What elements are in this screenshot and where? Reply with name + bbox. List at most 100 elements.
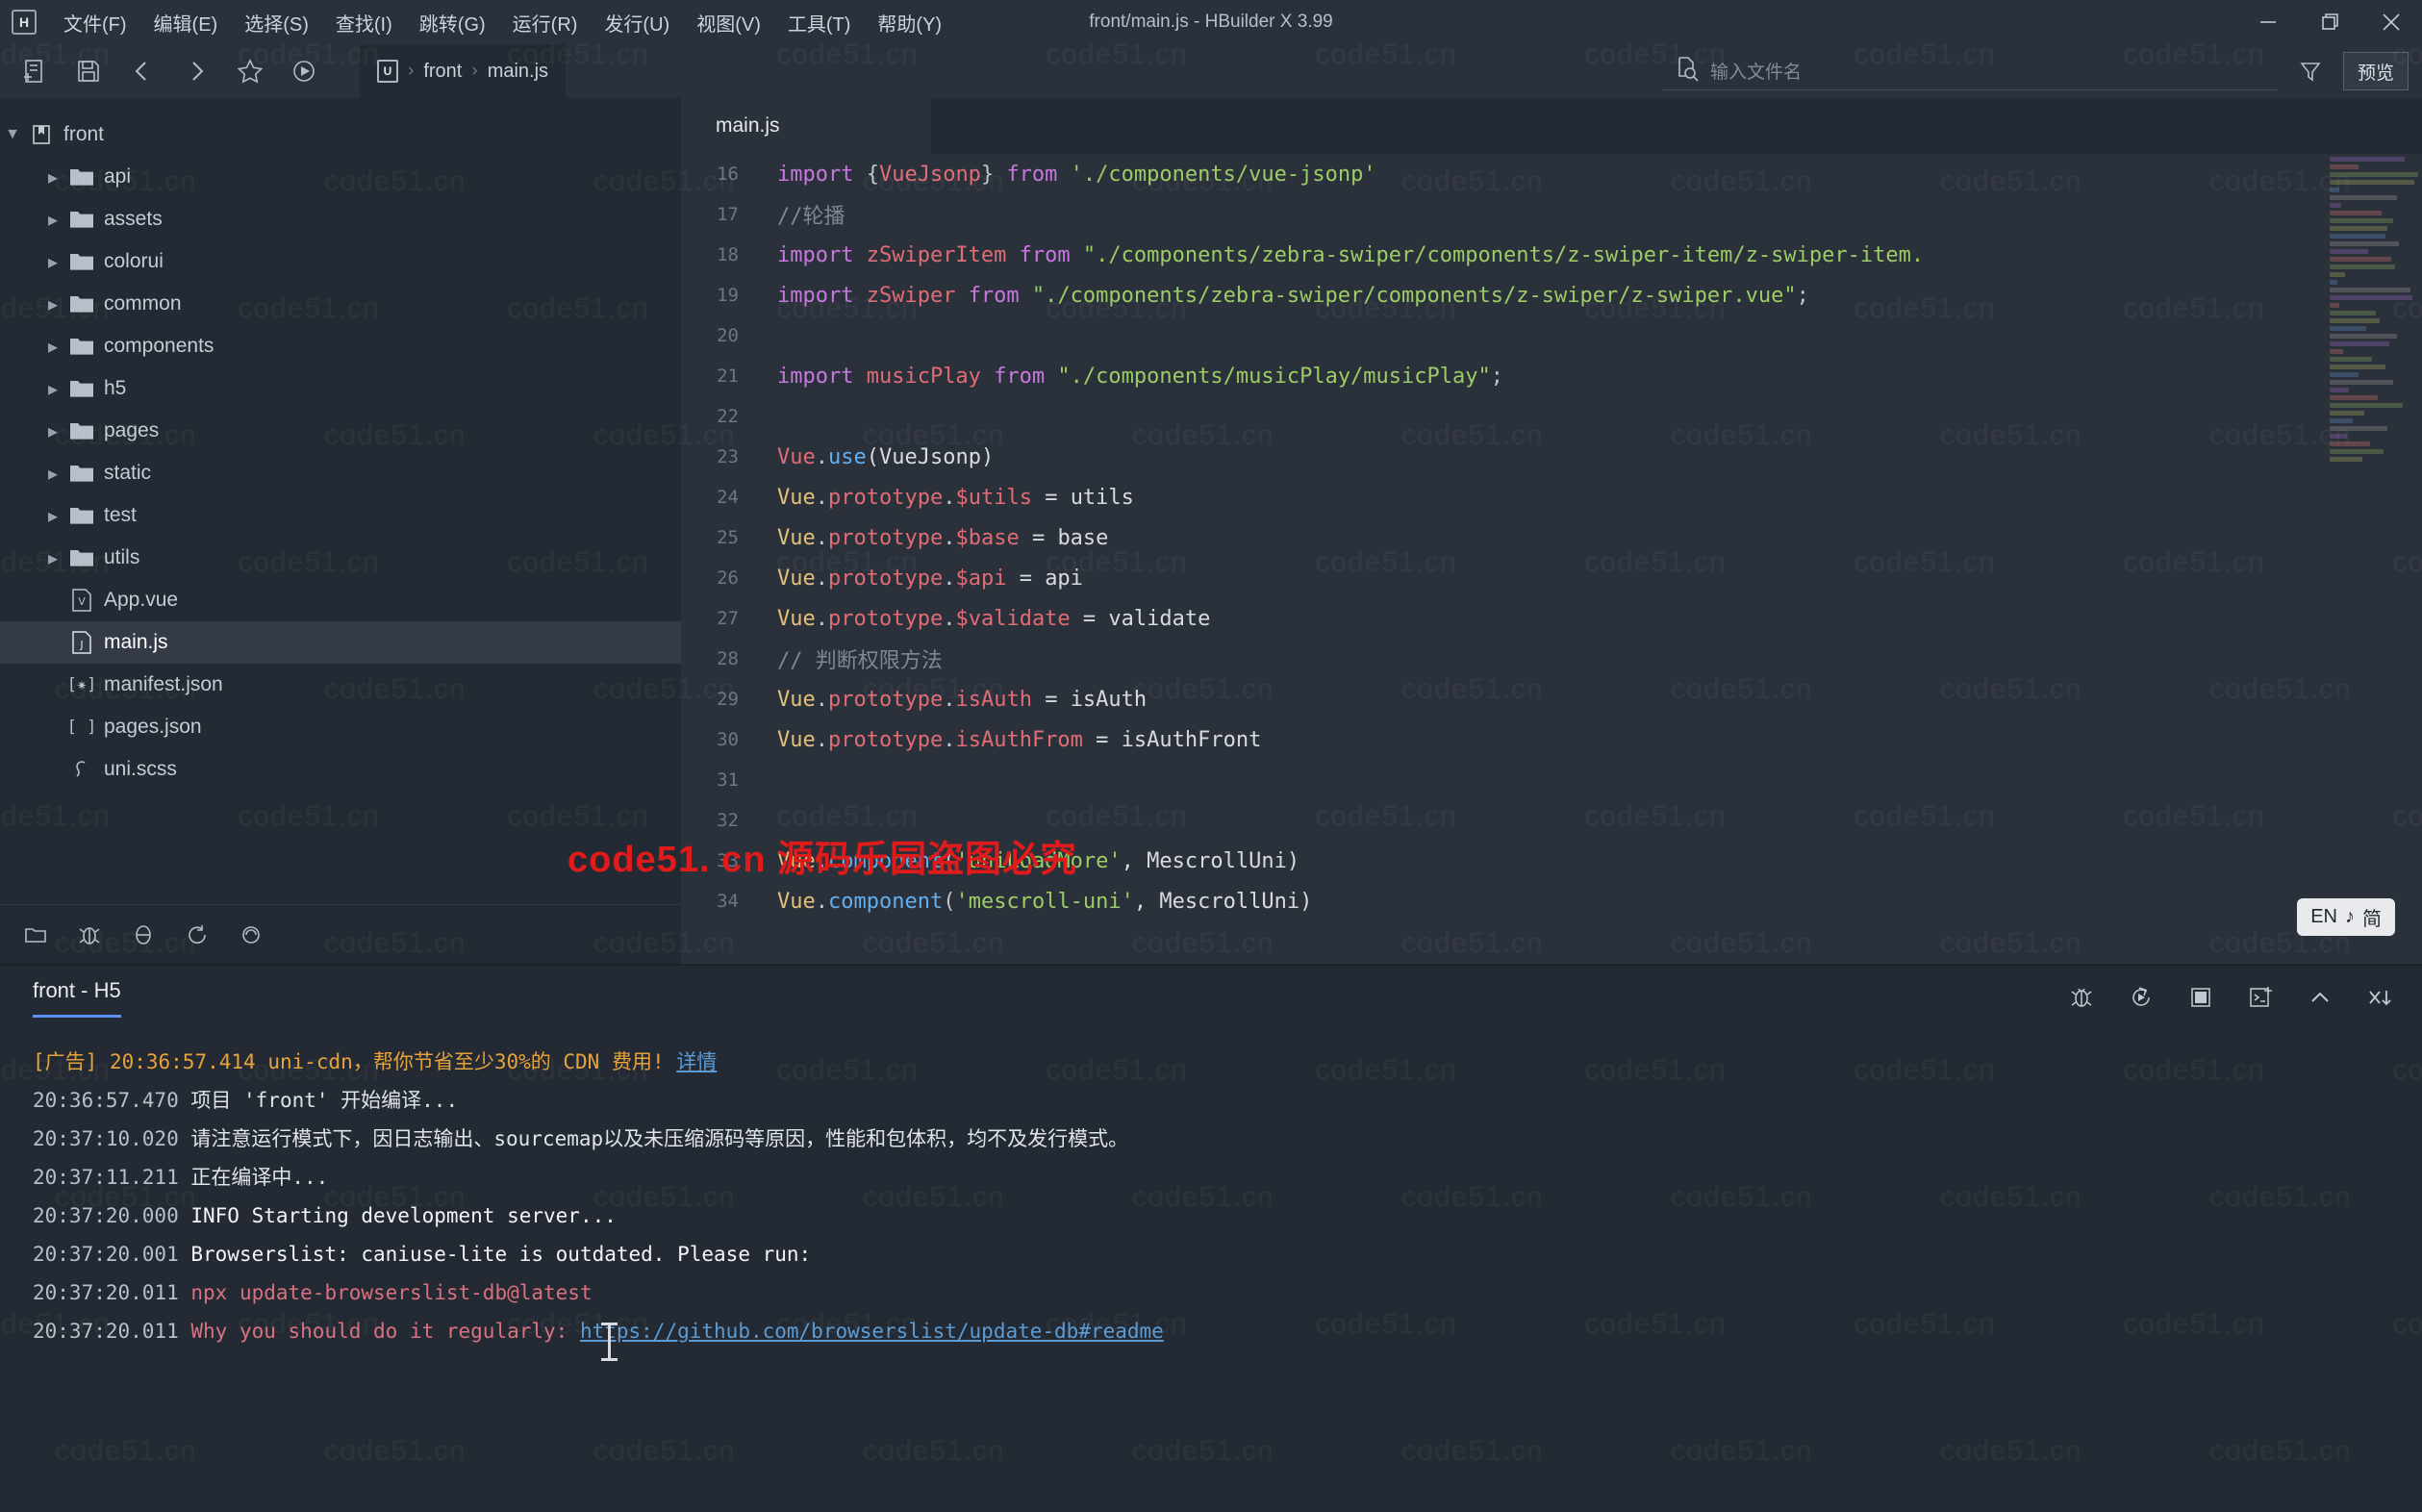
chevron-right-icon[interactable]: ▸ <box>40 292 65 316</box>
tree-item-colorui[interactable]: ▸ colorui <box>0 240 681 283</box>
menu-goto[interactable]: 跳转(G) <box>406 3 499 42</box>
code-line[interactable]: 20 <box>681 315 2422 356</box>
code-line[interactable]: 18 import zSwiperItem from "./components/… <box>681 235 2422 275</box>
tree-root-front[interactable]: ▼ front <box>0 113 681 156</box>
tree-item-uni-scss[interactable]: uni.scss <box>0 748 681 791</box>
tree-item-App-vue[interactable]: V App.vue <box>0 579 681 621</box>
code-text: Vue.prototype.isAuth = isAuth <box>760 688 1147 712</box>
tree-root-label: front <box>63 123 105 145</box>
tree-item-pages-json[interactable]: [ ] pages.json <box>0 706 681 748</box>
clear-icon[interactable] <box>2360 978 2399 1017</box>
chevron-right-icon[interactable]: ▸ <box>40 250 65 274</box>
tree-item-label: pages <box>104 419 160 441</box>
debug-icon[interactable] <box>121 914 165 956</box>
code-line[interactable]: 28 // 判断权限方法 <box>681 639 2422 679</box>
code-line[interactable]: 24 Vue.prototype.$utils = utils <box>681 477 2422 517</box>
tree-item-api[interactable]: ▸ api <box>0 156 681 198</box>
menu-edit[interactable]: 编辑(E) <box>140 3 232 42</box>
code-token: = api <box>1006 566 1083 591</box>
editor-tab-main-js[interactable]: main.js <box>681 98 931 154</box>
ime-indicator[interactable]: EN ♪ 简 <box>2297 898 2395 936</box>
tree-item-manifest-json[interactable]: [✷] manifest.json <box>0 664 681 706</box>
sync-icon[interactable] <box>229 914 273 956</box>
code-line[interactable]: 17 //轮播 <box>681 194 2422 235</box>
explorer-icon[interactable] <box>13 914 58 956</box>
code-content[interactable]: 16 import {VueJsonp} from './components/v… <box>681 154 2422 964</box>
back-icon[interactable] <box>119 52 165 90</box>
tree-item-utils[interactable]: ▸ utils <box>0 537 681 579</box>
code-line[interactable]: 21 import musicPlay from "./components/mu… <box>681 356 2422 396</box>
menu-run[interactable]: 运行(R) <box>499 3 592 42</box>
chevron-right-icon[interactable]: ▸ <box>40 419 65 443</box>
new-file-icon[interactable] <box>12 52 58 90</box>
preview-button[interactable]: 预览 <box>2342 52 2409 90</box>
stop-icon[interactable] <box>2182 978 2220 1017</box>
chevron-right-icon[interactable]: ▸ <box>40 504 65 528</box>
console-tab-front-h5[interactable]: front - H5 <box>33 978 121 1018</box>
menu-file[interactable]: 文件(F) <box>50 3 140 42</box>
rerun-icon[interactable] <box>2122 978 2160 1017</box>
code-line[interactable]: 32 <box>681 800 2422 841</box>
code-line[interactable]: 30 Vue.prototype.isAuthFrom = isAuthFront <box>681 719 2422 760</box>
tree-item-assets[interactable]: ▸ assets <box>0 198 681 240</box>
code-token: Vue <box>777 485 816 510</box>
chevron-right-icon[interactable]: ▸ <box>40 165 65 189</box>
chevron-right-icon[interactable]: ▸ <box>40 335 65 359</box>
code-line[interactable]: 26 Vue.prototype.$api = api <box>681 558 2422 598</box>
code-line[interactable]: 25 Vue.prototype.$base = base <box>681 517 2422 558</box>
save-icon[interactable] <box>65 52 112 90</box>
code-minimap[interactable] <box>2326 154 2422 635</box>
new-terminal-icon[interactable] <box>2241 978 2280 1017</box>
menu-select[interactable]: 选择(S) <box>231 3 322 42</box>
code-line[interactable]: 16 import {VueJsonp} from './components/v… <box>681 154 2422 194</box>
bug-icon[interactable] <box>2062 978 2101 1017</box>
code-text: // 判断权限方法 <box>760 643 943 674</box>
code-line[interactable]: 23 Vue.use(VueJsonp) <box>681 437 2422 477</box>
chevron-right-icon[interactable]: ▸ <box>40 377 65 401</box>
breadcrumb-file[interactable]: main.js <box>488 61 548 83</box>
tree-item-common[interactable]: ▸ common <box>0 283 681 325</box>
chevron-down-icon[interactable]: ▼ <box>0 126 25 143</box>
tree-item-pages[interactable]: ▸ pages <box>0 410 681 452</box>
bug-icon[interactable] <box>67 914 112 956</box>
chevron-right-icon[interactable]: ▸ <box>40 546 65 570</box>
tree-item-main-js[interactable]: Jmain.js <box>0 621 681 664</box>
maximize-button[interactable] <box>2299 0 2360 44</box>
code-line[interactable]: 31 <box>681 760 2422 800</box>
code-line[interactable]: 33 Vue.component('uniLoadMore', MescrollU… <box>681 841 2422 881</box>
menu-tools[interactable]: 工具(T) <box>774 3 865 42</box>
code-token: . <box>943 525 956 550</box>
tree-item-components[interactable]: ▸ components <box>0 325 681 367</box>
code-line[interactable]: 34 Vue.component('mescroll-uni', Mescroll… <box>681 881 2422 921</box>
code-line[interactable]: 19 import zSwiper from "./components/zebr… <box>681 275 2422 315</box>
breadcrumb-project[interactable]: front <box>423 61 462 83</box>
tree-item-test[interactable]: ▸ test <box>0 494 681 537</box>
console-link[interactable]: https://github.com/browserslist/update-d… <box>580 1320 1164 1343</box>
chevron-right-icon[interactable]: ▸ <box>40 462 65 486</box>
code-line[interactable]: 22 <box>681 396 2422 437</box>
close-button[interactable] <box>2360 0 2422 44</box>
console-line: 20:37:20.011 Why you should do it regula… <box>33 1312 2422 1350</box>
menu-publish[interactable]: 发行(U) <box>591 3 683 42</box>
forward-icon[interactable] <box>173 52 219 90</box>
code-line[interactable]: 29 Vue.prototype.isAuth = isAuth <box>681 679 2422 719</box>
tree-item-static[interactable]: ▸ static <box>0 452 681 494</box>
collapse-icon[interactable] <box>2301 978 2339 1017</box>
menu-view[interactable]: 视图(V) <box>683 3 774 42</box>
chevron-right-icon[interactable]: ▸ <box>40 208 65 232</box>
menu-find[interactable]: 查找(I) <box>322 3 406 42</box>
console-output[interactable]: [广告] 20:36:57.414 uni-cdn，帮你节省至少30%的 CDN… <box>0 1029 2422 1350</box>
funnel-icon[interactable] <box>2287 52 2334 90</box>
minimize-button[interactable] <box>2237 0 2299 44</box>
refresh-icon[interactable] <box>175 914 219 956</box>
minimap-line <box>2330 303 2339 308</box>
code-token: import <box>777 162 867 187</box>
menu-help[interactable]: 帮助(Y) <box>864 3 955 42</box>
file-search-box[interactable]: 输入文件名 <box>1661 52 2278 90</box>
tree-item-h5[interactable]: ▸ h5 <box>0 367 681 410</box>
favorite-icon[interactable] <box>227 52 273 90</box>
console-link[interactable]: 详情 <box>676 1050 717 1073</box>
tree-item-label: components <box>104 335 214 357</box>
run-icon[interactable] <box>281 52 327 90</box>
code-line[interactable]: 27 Vue.prototype.$validate = validate <box>681 598 2422 639</box>
